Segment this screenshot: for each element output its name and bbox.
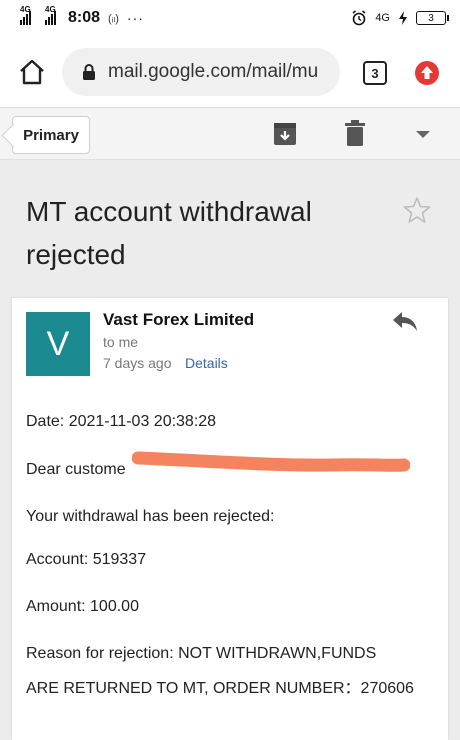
- clock: 8:08: [68, 9, 101, 26]
- message-card: V Vast Forex Limited to me 7 days ago De…: [12, 298, 448, 740]
- body-date: Date: 2021-11-03 20:38:28: [26, 413, 217, 430]
- received-time: 7 days ago: [103, 355, 172, 371]
- update-icon[interactable]: [414, 60, 440, 86]
- subject-area: MT account withdrawal rejected: [0, 160, 460, 298]
- body-rejected: Your withdrawal has been rejected:: [26, 508, 275, 525]
- trash-icon[interactable]: [345, 120, 365, 146]
- body-reason-line-1: Reason for rejection: NOT WITHDRAWN,FUND…: [26, 645, 377, 662]
- redaction-scribble: [132, 451, 410, 472]
- tab-switcher-button[interactable]: 3: [363, 61, 387, 85]
- gmail-toolbar: Primary: [0, 108, 460, 160]
- reply-icon[interactable]: [392, 310, 418, 332]
- dropdown-icon[interactable]: [414, 130, 432, 140]
- body-amount: Amount: 100.00: [26, 598, 139, 615]
- star-icon[interactable]: [403, 196, 431, 224]
- cell-signal-icon: 4G: [20, 5, 31, 25]
- body-reason-line-2: ARE RETURNED TO MT, ORDER NUMBER：270606: [26, 680, 414, 697]
- cell-signal-icon: 4G: [45, 5, 56, 25]
- sender-name[interactable]: Vast Forex Limited: [103, 310, 254, 330]
- back-to-primary-button[interactable]: Primary: [12, 116, 90, 154]
- body-account: Account: 519337: [26, 551, 147, 568]
- home-icon[interactable]: [18, 58, 46, 86]
- email-subject: MT account withdrawal rejected: [26, 196, 312, 270]
- archive-icon[interactable]: [273, 122, 297, 146]
- charging-icon: [399, 11, 407, 25]
- browser-toolbar: mail.google.com/mail/mu 3: [0, 36, 460, 108]
- battery-icon: 3: [416, 11, 449, 25]
- address-bar[interactable]: mail.google.com/mail/mu: [62, 48, 340, 96]
- details-link[interactable]: Details: [185, 355, 228, 371]
- status-bar: 4G 4G 8:08 (ᵢₗ) ··· 4G 3: [0, 0, 460, 36]
- alarm-icon: [352, 10, 366, 26]
- hotspot-icon: (ᵢₗ): [108, 12, 119, 25]
- lock-icon: [83, 64, 95, 80]
- recipient-label: to me: [103, 334, 139, 350]
- more-notifications-icon: ···: [126, 10, 144, 26]
- body-greeting: Dear custome: [26, 461, 126, 478]
- url-text: mail.google.com/mail/mu: [108, 61, 319, 82]
- network-type-icon: 4G: [375, 12, 390, 24]
- avatar: V: [26, 312, 90, 376]
